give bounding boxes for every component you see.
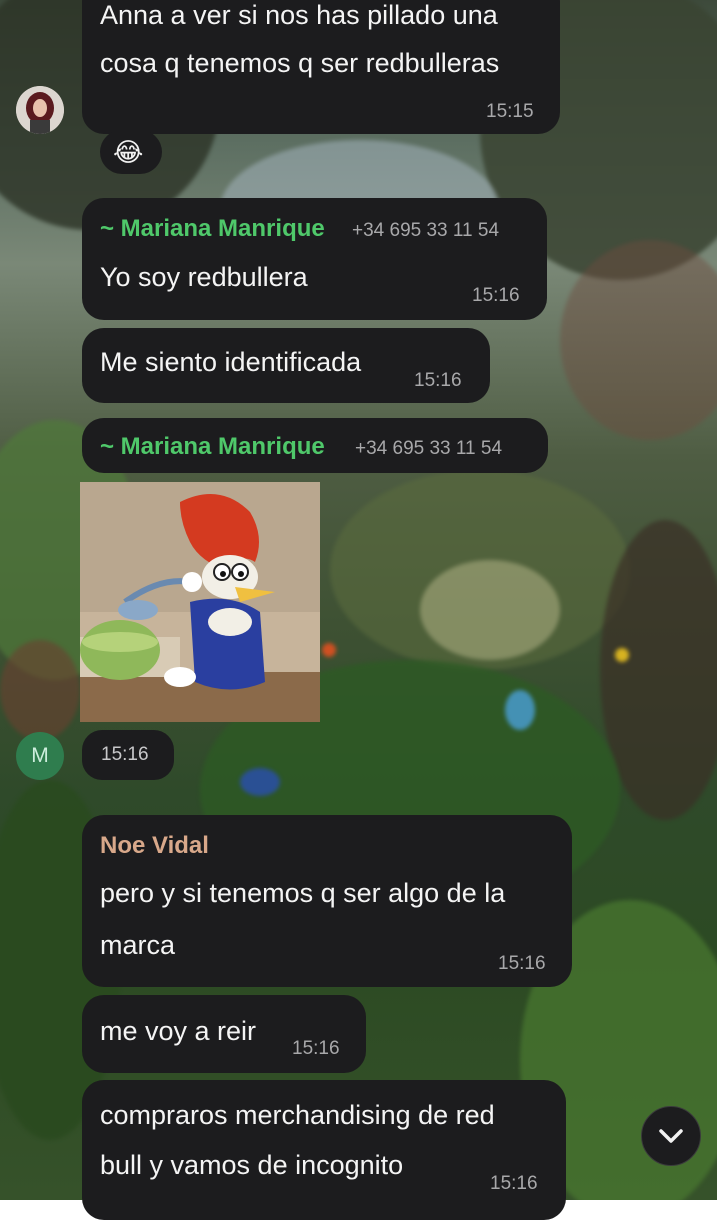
message-time: 15:16 — [101, 744, 149, 765]
message-text: Anna a ver si nos has pillado una — [100, 0, 498, 30]
message-text: bull y vamos de incognito — [100, 1150, 404, 1180]
avatar[interactable] — [16, 86, 64, 134]
message-text: cosa q tenemos q ser redbulleras — [100, 48, 500, 78]
laughing-emoji: 😂 — [113, 137, 144, 167]
message-time: 15:16 — [472, 285, 520, 306]
message-text: pero y si tenemos q ser algo de la — [100, 878, 506, 908]
sender-name[interactable]: ~ Mariana Manrique — [100, 215, 325, 243]
message-text: me voy a reir — [100, 1016, 257, 1046]
message-time: 15:16 — [292, 1038, 340, 1059]
avatar-letter: M — [31, 744, 49, 767]
avatar-photo — [16, 86, 64, 134]
message-text: Me siento identificada — [100, 347, 362, 377]
sender-phone: +34 695 33 11 54 — [352, 220, 500, 241]
message-time: 15:16 — [498, 953, 546, 974]
sender-phone: +34 695 33 11 54 — [355, 438, 503, 459]
message-time: 15:16 — [414, 370, 462, 391]
sender-name[interactable]: Noe Vidal — [100, 832, 209, 860]
woodpecker-sticker-icon — [80, 482, 320, 722]
sender-name[interactable]: ~ Mariana Manrique — [100, 433, 325, 461]
message-text: Yo soy redbullera — [100, 262, 308, 292]
message-text: marca — [100, 930, 176, 960]
message-time: 15:16 — [490, 1173, 538, 1194]
message-time: 15:15 — [486, 101, 534, 122]
sticker-image[interactable] — [80, 482, 320, 722]
scroll-down-button[interactable] — [641, 1106, 701, 1166]
chevron-down-icon — [659, 1129, 683, 1143]
message-text: compraros merchandising de red — [100, 1100, 495, 1130]
